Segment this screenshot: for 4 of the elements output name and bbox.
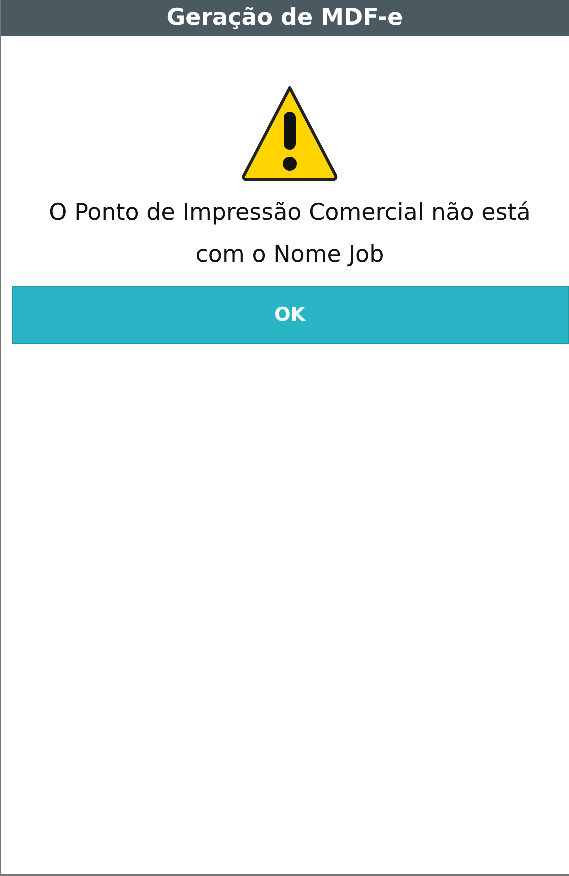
ok-button[interactable]: OK — [12, 286, 568, 344]
warning-icon — [240, 84, 340, 184]
window-title: Geração de MDF-e — [166, 5, 404, 31]
alert-message: O Ponto de Impressão Comercial não está com o Nome Job — [48, 199, 532, 270]
